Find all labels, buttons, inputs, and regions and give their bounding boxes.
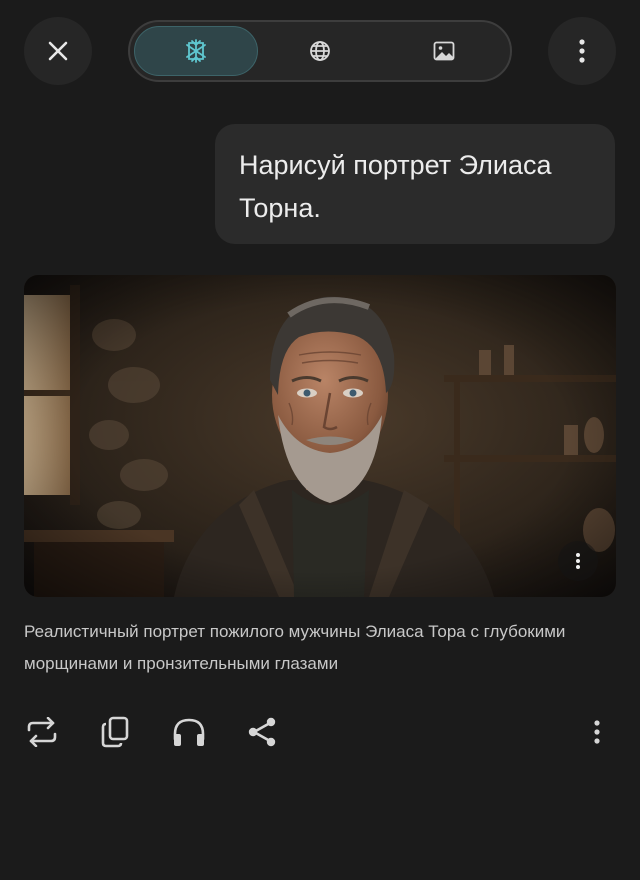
headphones-icon xyxy=(173,718,205,746)
image-icon xyxy=(433,41,455,61)
share-button[interactable] xyxy=(240,710,284,754)
tab-image-generation[interactable] xyxy=(382,26,506,76)
image-caption: Реалистичный портрет пожилого мужчины Эл… xyxy=(24,622,566,673)
user-message-bubble[interactable]: Нарисуй портрет Элиаса Торна. xyxy=(215,124,615,244)
more-vertical-icon xyxy=(579,39,585,63)
image-options-button[interactable] xyxy=(558,541,598,581)
regenerate-button[interactable] xyxy=(20,710,64,754)
sparkle-icon xyxy=(186,39,206,63)
copy-icon xyxy=(101,716,129,748)
close-button[interactable] xyxy=(24,17,92,85)
more-vertical-icon xyxy=(576,553,580,569)
menu-button[interactable] xyxy=(548,17,616,85)
tab-web-search[interactable] xyxy=(258,26,382,76)
tab-sparkle-mode[interactable] xyxy=(134,26,258,76)
listen-button[interactable] xyxy=(167,710,211,754)
portrait-image xyxy=(24,275,616,597)
more-vertical-icon xyxy=(594,720,600,744)
copy-button[interactable] xyxy=(93,710,137,754)
more-actions-button[interactable] xyxy=(575,710,619,754)
share-icon xyxy=(248,717,276,747)
user-message-text: Нарисуй портрет Элиаса Торна. xyxy=(239,150,552,223)
generated-portrait-image[interactable] xyxy=(24,275,616,597)
globe-icon xyxy=(310,41,330,61)
regenerate-icon xyxy=(27,717,57,747)
close-icon xyxy=(48,41,68,61)
mode-switcher xyxy=(128,20,512,82)
